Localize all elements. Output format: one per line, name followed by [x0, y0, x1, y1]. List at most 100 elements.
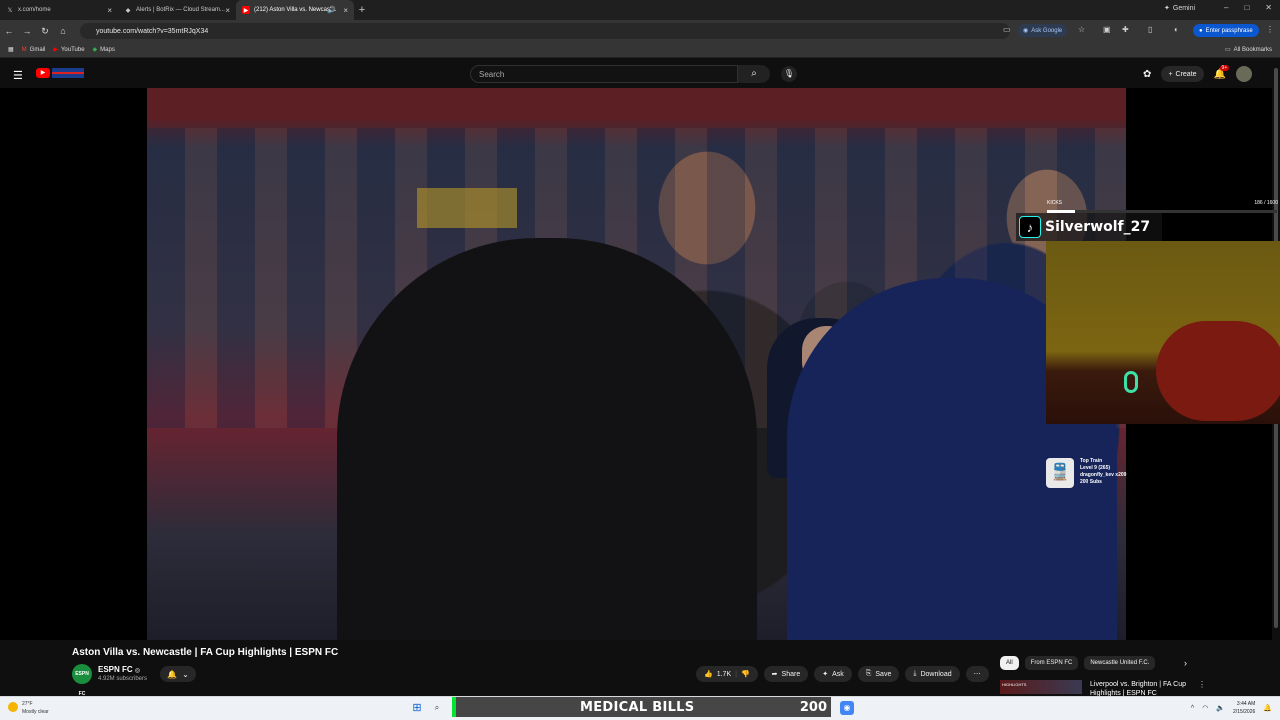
profile-icon[interactable]: ◐: [1174, 25, 1179, 34]
maximize-icon[interactable]: □: [1244, 3, 1249, 12]
time: 3:44 AM: [1236, 701, 1256, 707]
volume-icon[interactable]: 🔈: [1216, 704, 1225, 712]
reload-icon[interactable]: ↻: [36, 26, 54, 37]
avatar[interactable]: [1236, 66, 1252, 82]
ask-label: Ask: [832, 670, 844, 678]
puzzle-icon[interactable]: ✚: [1122, 25, 1129, 34]
bookmark-label: Gmail: [29, 46, 46, 53]
search-icon[interactable]: ⌕: [430, 701, 444, 715]
folder-icon: ▭: [1224, 47, 1231, 53]
header-actions: ✿ + Create 🔔 9+: [1143, 64, 1252, 82]
save-label: Save: [875, 670, 892, 678]
like-count: 1.7K: [716, 670, 732, 678]
subscribed-button[interactable]: 🔔 ⌄: [160, 666, 196, 682]
more-actions-button[interactable]: ⋯: [965, 666, 989, 682]
extension-icon[interactable]: ▣: [1103, 25, 1111, 34]
weather-icon: [8, 702, 18, 712]
system-tray: ^ ◠ 🔈 3:44 AM 2/15/2026 🔔: [1191, 700, 1272, 716]
x-logo-icon: 𝕏: [7, 7, 13, 14]
reco-thumbnail[interactable]: HIGHLIGHTS: [1000, 680, 1082, 694]
train-line: dragonfly_kev x209: [1080, 472, 1127, 478]
notifications-icon[interactable]: 🔔 9+: [1214, 64, 1230, 80]
passphrase-label: Enter passphrase: [1205, 27, 1253, 34]
hamburger-menu-icon[interactable]: ☰: [13, 69, 23, 82]
bookmark-youtube[interactable]: ▶ YouTube: [53, 46, 84, 54]
train-line: Level 9 (265): [1080, 465, 1111, 471]
save-button[interactable]: ⎘ Save: [857, 666, 900, 682]
create-button[interactable]: + Create: [1161, 66, 1204, 82]
speaker-icon[interactable]: 🔊: [327, 6, 336, 14]
tab-botrix[interactable]: ◆ Alerts | BotRix — Cloud Stream... ×: [118, 0, 236, 20]
bookmarks-bar: ▦ M Gmail ▶ YouTube ◆ Maps ▭ All Bookmarks: [0, 42, 1280, 58]
tab-title: Alerts | BotRix — Cloud Stream...: [136, 7, 225, 13]
tab-x[interactable]: 𝕏 x.com/home ×: [0, 0, 118, 20]
all-bookmarks[interactable]: ▭ All Bookmarks: [1224, 46, 1272, 54]
windows-start-icon[interactable]: ⊞: [410, 701, 424, 715]
close-window-icon[interactable]: ✕: [1265, 3, 1272, 12]
video-frame[interactable]: [147, 88, 1126, 640]
forward-icon[interactable]: →: [18, 26, 36, 36]
youtube-logo[interactable]: ▶: [36, 68, 84, 78]
headset-light: [1124, 371, 1138, 393]
menu-dots-icon[interactable]: ⋮: [1266, 25, 1274, 34]
url-text: youtube.com/watch?v=35mtRJqX34: [96, 27, 209, 35]
gemini-button[interactable]: ✦ Gemini: [1164, 4, 1195, 13]
thumbs-down-icon[interactable]: 👎: [741, 670, 750, 678]
share-label: Share: [781, 670, 801, 678]
webcam-subject: [1156, 321, 1280, 421]
chip-all[interactable]: All: [1000, 656, 1019, 670]
close-tab-icon[interactable]: ×: [107, 6, 112, 15]
channel-avatar[interactable]: ESPN FC: [72, 664, 92, 697]
new-tab-button[interactable]: +: [354, 4, 370, 16]
sidepanel-icon[interactable]: ▯: [1148, 25, 1152, 34]
ask-google-button[interactable]: ◉ Ask Google: [1018, 24, 1068, 37]
search-input[interactable]: Search: [470, 65, 738, 83]
flower-icon[interactable]: ✿: [1143, 69, 1151, 80]
share-button[interactable]: ➦ Share: [763, 666, 809, 682]
gemini-icon: ✦: [1164, 5, 1170, 12]
download-icon: ⤓: [913, 670, 917, 677]
kicks-label: KICKS: [1047, 200, 1063, 206]
channel-name[interactable]: ESPN FC ◎: [98, 665, 140, 674]
bookmark-gmail[interactable]: M Gmail: [22, 47, 46, 53]
bookmark-maps[interactable]: ◆ Maps: [92, 46, 115, 54]
train-line: 200 Subs: [1080, 479, 1102, 485]
chip-from-espn[interactable]: From ESPN FC: [1024, 656, 1079, 670]
chrome-icon[interactable]: ◉: [840, 701, 854, 715]
home-icon[interactable]: ⌂: [54, 26, 72, 36]
close-tab-icon[interactable]: ×: [343, 6, 348, 15]
tiktok-icon: ♪: [1019, 216, 1041, 238]
taskbar-apps-right: ◉: [840, 701, 854, 715]
lens-icon: ◉: [1023, 28, 1029, 34]
back-icon[interactable]: ←: [0, 26, 18, 36]
cast-icon[interactable]: ▭: [1003, 25, 1011, 34]
plus-icon: +: [1168, 70, 1173, 78]
download-button[interactable]: ⤓ Download: [905, 666, 960, 682]
voice-search-icon[interactable]: 🎙: [781, 66, 797, 82]
clock[interactable]: 3:44 AM 2/15/2026: [1233, 700, 1255, 716]
minimize-icon[interactable]: –: [1224, 3, 1228, 12]
apps-icon[interactable]: ▦: [8, 46, 14, 53]
goal-title: MEDICAL BILLS: [580, 699, 695, 715]
maps-icon: ◆: [92, 47, 98, 53]
chevron-up-icon[interactable]: ^: [1191, 705, 1194, 712]
like-button[interactable]: 👍 1.7K | 👎: [696, 666, 758, 682]
address-bar[interactable]: youtube.com/watch?v=35mtRJqX34: [80, 23, 1010, 39]
chip-newcastle[interactable]: Newcastle United F.C.: [1084, 656, 1156, 670]
weather-widget[interactable]: 27°F Mostly clear: [8, 700, 49, 716]
botrix-icon: ◆: [125, 7, 131, 14]
train-icon: 🚆: [1046, 458, 1074, 488]
close-tab-icon[interactable]: ×: [225, 6, 230, 15]
share-icon: ➦: [771, 671, 778, 678]
ask-button[interactable]: ✦ Ask: [814, 666, 852, 682]
notification-center-icon[interactable]: 🔔: [1263, 704, 1272, 712]
sync-icon: ●: [1199, 27, 1203, 34]
tab-youtube[interactable]: ▶ (212) Aston Villa vs. Newcast... 🔊 ×: [236, 0, 354, 20]
star-icon[interactable]: ☆: [1078, 25, 1085, 34]
passphrase-button[interactable]: ● Enter passphrase: [1193, 24, 1259, 37]
search-button[interactable]: ⌕: [738, 65, 770, 83]
chevron-right-icon[interactable]: ›: [1184, 658, 1187, 668]
wifi-icon[interactable]: ◠: [1202, 704, 1208, 712]
streamer-name: Silverwolf_27: [1045, 219, 1151, 235]
video-info: Aston Villa vs. Newcastle | FA Cup Highl…: [0, 640, 1272, 697]
